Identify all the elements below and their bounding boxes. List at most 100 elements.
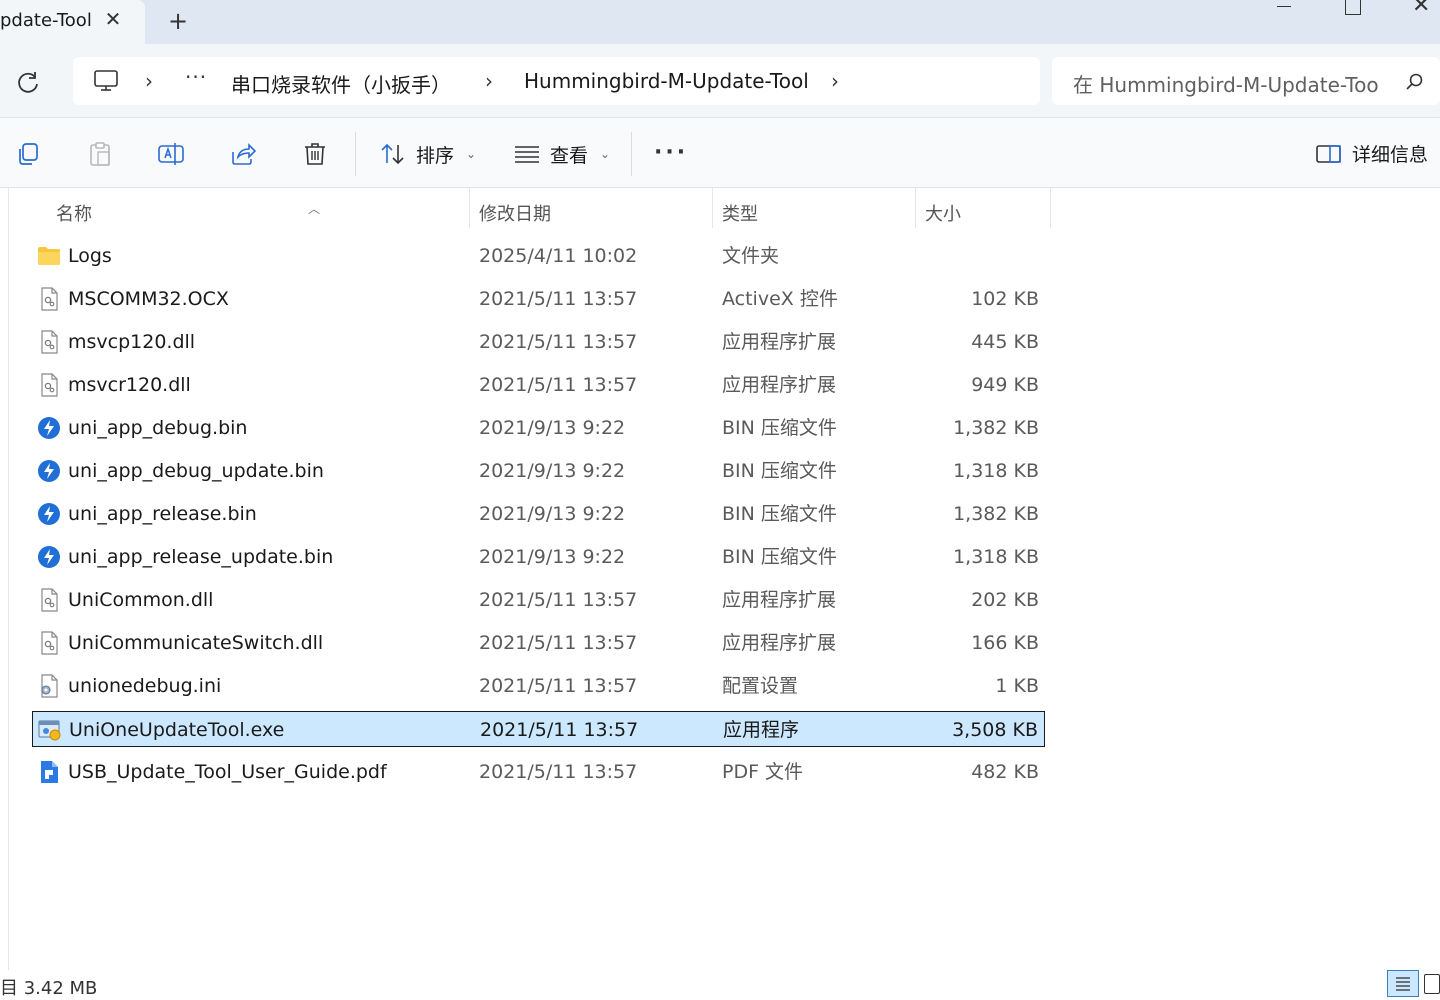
file-name: uni_app_release_update.bin [68,546,334,568]
file-size: 1,318 KB [953,546,1039,568]
table-row[interactable]: uni_app_debug_update.bin 2021/9/13 9:22 BI… [32,453,1045,489]
file-size: 202 KB [971,589,1039,611]
column-type-label: 类型 [722,204,758,225]
rename-icon[interactable] [157,140,185,168]
command-bar: 排序 ⌄ 查看 ⌄ ··· 详细信息 [0,118,1440,188]
chevron-right-icon[interactable]: › [485,69,493,93]
file-size: 445 KB [971,331,1039,353]
details-view-icon [1396,977,1410,991]
more-options-icon[interactable]: ··· [654,140,688,165]
search-placeholder: 在 Hummingbird-M-Update-Too [1073,73,1379,97]
column-name-label: 名称 [56,204,92,225]
this-pc-icon[interactable] [93,68,119,94]
table-row[interactable]: MSCOMM32.OCX 2021/5/11 13:57 ActiveX 控件 102… [32,281,1045,317]
divider [355,132,356,176]
refresh-icon[interactable] [14,68,42,96]
chevron-right-icon[interactable]: › [831,69,839,93]
new-tab-icon[interactable]: + [166,7,190,35]
table-row[interactable]: uni_app_release_update.bin 2021/9/13 9:22… [32,539,1045,575]
column-divider[interactable] [712,188,713,228]
file-type: 应用程序扩展 [722,632,837,654]
table-row[interactable]: unionedebug.ini 2021/5/11 13:57 配置设置 1 KB [32,668,1045,704]
file-size: 166 KB [971,632,1039,654]
column-divider[interactable] [1050,188,1051,228]
copy-icon[interactable] [14,140,42,168]
column-divider[interactable] [915,188,916,228]
file-type: 应用程序 [723,719,800,741]
file-date: 2025/4/11 10:02 [479,245,638,267]
file-type: 配置设置 [722,675,799,697]
file-name: UniCommon.dll [68,589,214,611]
file-name: msvcp120.dll [68,331,196,353]
delete-icon[interactable] [301,140,329,168]
table-row[interactable]: uni_app_debug.bin 2021/9/13 9:22 BIN 压缩文件 1… [32,410,1045,446]
bin-archive-icon [37,502,61,526]
search-input[interactable]: 在 Hummingbird-M-Update-Too [1052,57,1440,105]
more-crumbs-icon[interactable]: ··· [185,65,207,89]
file-type: BIN 压缩文件 [722,546,837,568]
file-date: 2021/9/13 9:22 [479,546,626,568]
file-type: ActiveX 控件 [722,288,838,310]
file-date: 2021/5/11 13:57 [479,675,638,697]
tiles-view-toggle[interactable] [1424,974,1440,994]
table-row-selected[interactable]: UniOneUpdateTool.exe 2021/5/11 13:57 应用程序 3… [32,711,1045,747]
file-name: unionedebug.ini [68,675,222,697]
maximize-icon[interactable] [1345,0,1361,15]
pane-separator [8,188,9,970]
chevron-right-icon[interactable]: › [145,69,153,93]
table-row[interactable]: uni_app_release.bin 2021/9/13 9:22 BIN 压缩文… [32,496,1045,532]
view-label: 查看 [550,144,589,167]
table-row[interactable]: Logs 2025/4/11 10:02 文件夹 [32,238,1045,274]
table-row[interactable]: USB_Update_Tool_User_Guide.pdf 2021/5/11 … [32,754,1045,790]
bin-archive-icon [37,545,61,569]
file-name: UniOneUpdateTool.exe [69,719,285,741]
file-size: 1,382 KB [953,503,1039,525]
table-row[interactable]: msvcp120.dll 2021/5/11 13:57 应用程序扩展 445 KB [32,324,1045,360]
file-date: 2021/9/13 9:22 [479,417,626,439]
table-row[interactable]: msvcr120.dll 2021/5/11 13:57 应用程序扩展 949 KB [32,367,1045,403]
address-row: › ··· 串口烧录软件（小扳手） › Hummingbird-M-Update… [0,44,1440,118]
column-header-name[interactable]: ︿ 名称 [56,195,320,235]
close-tab-icon[interactable]: ✕ [102,8,124,30]
status-text: 目 3.42 MB [0,978,98,999]
settings-file-icon [37,674,61,698]
file-list-view: ︿ 名称 修改日期 类型 大小 Logs 2025/4/11 10:02 文件夹 MS… [0,188,1440,970]
search-icon[interactable] [1404,71,1426,93]
share-icon[interactable] [229,140,257,168]
table-row[interactable]: UniCommon.dll 2021/5/11 13:57 应用程序扩展 202 KB [32,582,1045,618]
column-divider[interactable] [469,188,470,228]
folder-icon [37,244,61,268]
file-name: uni_app_release.bin [68,503,257,525]
column-header-type[interactable]: 类型 [722,195,758,235]
pdf-file-icon [37,760,61,784]
file-type: BIN 压缩文件 [722,460,837,482]
sort-button[interactable]: 排序 ⌄ [380,138,476,170]
chevron-down-icon: ⌄ [600,147,611,161]
tab-current-folder[interactable]: pdate-Tool ✕ [0,0,145,44]
details-view-toggle[interactable] [1387,970,1419,997]
breadcrumb-parent-folder[interactable]: 串口烧录软件（小扳手） [231,69,451,98]
file-name: MSCOMM32.OCX [68,288,229,310]
application-icon [38,718,62,742]
column-header-date[interactable]: 修改日期 [479,195,551,235]
paste-icon[interactable] [86,140,114,168]
minimize-icon[interactable] [1272,0,1298,14]
sort-ascending-icon: ︿ [308,202,321,216]
table-row[interactable]: UniCommunicateSwitch.dll 2021/5/11 13:57 应… [32,625,1045,661]
file-date: 2021/9/13 9:22 [479,503,626,525]
view-list-icon [515,146,539,163]
file-date: 2021/5/11 13:57 [479,331,638,353]
close-window-icon[interactable]: ✕ [1412,0,1440,18]
address-bar[interactable]: › ··· 串口烧录软件（小扳手） › Hummingbird-M-Update… [73,57,1040,105]
view-button[interactable]: 查看 ⌄ [514,138,610,170]
file-size: 3,508 KB [952,719,1038,741]
bin-archive-icon [37,416,61,440]
details-pane-button[interactable]: 详细信息 [1316,140,1428,167]
file-name: USB_Update_Tool_User_Guide.pdf [68,761,387,783]
file-date: 2021/5/11 13:57 [479,632,638,654]
column-header-size[interactable]: 大小 [925,195,961,235]
file-type: 应用程序扩展 [722,589,837,611]
breadcrumb-current-folder[interactable]: Hummingbird-M-Update-Tool [524,69,809,93]
chevron-down-icon: ⌄ [466,147,477,161]
file-type: BIN 压缩文件 [722,417,837,439]
